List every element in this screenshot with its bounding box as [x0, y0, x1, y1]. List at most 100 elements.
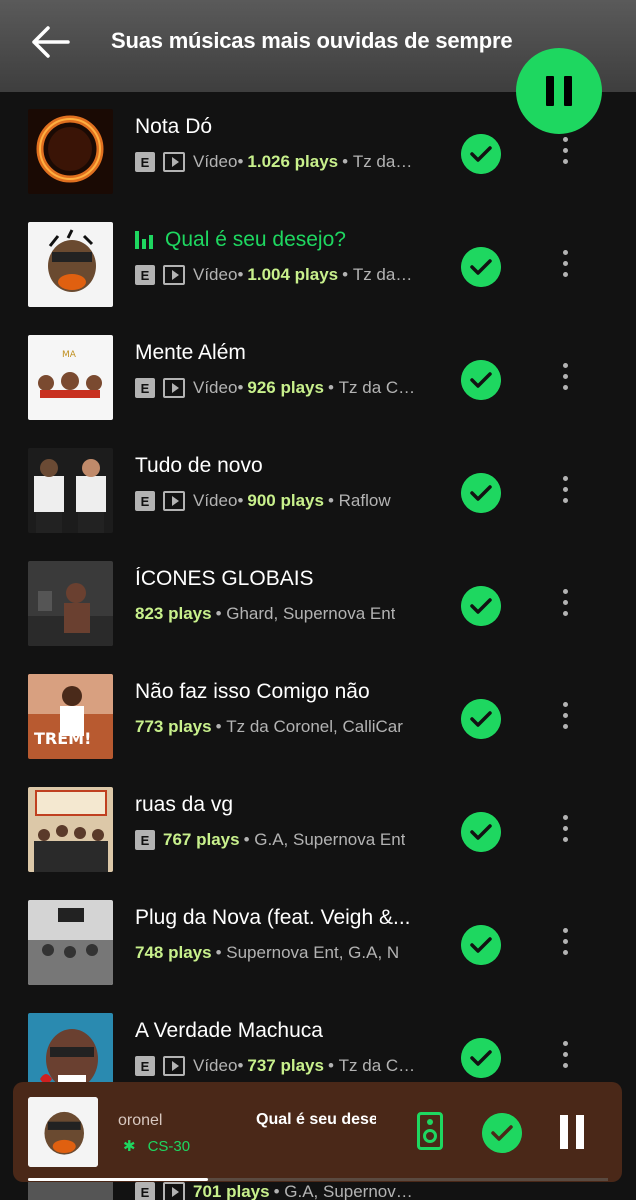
track-row[interactable]: ruas da vg E 767 plays • G.A, Supernova E… [0, 773, 636, 886]
bluetooth-icon: ✱ [123, 1138, 136, 1155]
saved-check-icon[interactable] [461, 812, 501, 852]
track-type: Vídeo [193, 378, 238, 397]
track-title: ÍCONES GLOBAIS [135, 567, 314, 590]
track-row[interactable]: Qual é seu desejo? E Vídeo • 1.004 plays… [0, 208, 636, 321]
device-name: CS-30 [147, 1137, 191, 1155]
album-cover [28, 222, 113, 307]
play-count: 1.026 plays [247, 152, 339, 171]
more-options-icon[interactable] [553, 922, 577, 962]
track-artists: G.A, Supernova Ent [254, 830, 406, 849]
track-row[interactable]: Plug da Nova (feat. Veigh &... 748 plays… [0, 886, 636, 999]
track-meta: 748 plays • Supernova Ent, G.A, N [135, 943, 400, 962]
track-meta: E Vídeo • 1.026 plays• Tz da Coronel [135, 152, 417, 172]
play-count: 926 plays [247, 378, 324, 397]
track-type: Vídeo [193, 265, 238, 284]
explicit-badge: E [135, 491, 155, 511]
explicit-badge: E [135, 152, 155, 172]
saved-check-icon[interactable] [482, 1113, 522, 1153]
track-meta: 773 plays • Tz da Coronel, CalliCar [135, 717, 403, 736]
track-title: Plug da Nova (feat. Veigh &... [135, 906, 411, 929]
track-title: Mente Além [135, 341, 246, 364]
video-icon [163, 378, 185, 398]
more-options-icon[interactable] [553, 131, 577, 171]
progress-bar[interactable] [28, 1178, 208, 1181]
speaker-icon[interactable] [417, 1112, 443, 1150]
video-icon [163, 1182, 185, 1200]
arrow-left-icon[interactable] [28, 22, 72, 62]
track-meta: E Vídeo • 737 plays• Tz da Coronel [135, 1056, 417, 1076]
track-artists: Supernova Ent, G.A, N [226, 943, 400, 962]
video-icon [163, 491, 185, 511]
play-count: 900 plays [247, 491, 324, 510]
track-list: Nota Dó E Vídeo • 1.026 plays• Tz da Cor… [0, 92, 636, 1200]
track-row[interactable]: MA Mente Além E Vídeo • 926 plays • Tz da… [0, 321, 636, 434]
video-icon [163, 1056, 185, 1076]
saved-check-icon[interactable] [461, 360, 501, 400]
track-meta: E Vídeo • 926 plays• Tz da Coronel [135, 378, 417, 398]
more-options-icon[interactable] [553, 583, 577, 623]
explicit-badge: E [135, 1056, 155, 1076]
track-type: Vídeo [193, 152, 238, 171]
explicit-badge: E [135, 378, 155, 398]
album-cover: MA [28, 335, 113, 420]
play-count: 823 plays [135, 604, 212, 623]
explicit-badge: E [135, 1182, 155, 1200]
page-title: Suas músicas mais ouvidas de sempre [111, 28, 513, 53]
video-icon [163, 152, 185, 172]
track-meta: E 767 plays • G.A, Supernova Ent [135, 830, 417, 850]
svg-text:TREM!: TREM! [34, 729, 91, 748]
connected-device[interactable]: ✱ CS-30 [123, 1137, 191, 1156]
now-playing-artist: oronel [118, 1112, 163, 1129]
album-cover [28, 109, 113, 194]
saved-check-icon[interactable] [461, 247, 501, 287]
track-title: Não faz isso Comigo não [135, 680, 370, 703]
more-options-icon[interactable] [553, 470, 577, 510]
track-artists: Tz da Coronel [338, 1056, 417, 1075]
saved-check-icon[interactable] [461, 586, 501, 626]
album-cover [28, 448, 113, 533]
more-options-icon[interactable] [553, 1035, 577, 1075]
saved-check-icon[interactable] [461, 134, 501, 174]
track-row[interactable]: Tudo de novo E Vídeo • 900 plays • Raflow [0, 434, 636, 547]
svg-text:MA: MA [62, 350, 77, 360]
explicit-badge: E [135, 265, 155, 285]
track-meta: E Vídeo • 900 plays • Raflow [135, 491, 417, 511]
album-cover: TREM! [28, 674, 113, 759]
track-row[interactable]: ÍCONES GLOBAIS 823 plays • Ghard, Superno… [0, 547, 636, 660]
track-artists: Tz da Coronel [352, 265, 417, 284]
pause-icon[interactable] [558, 1115, 586, 1149]
track-title: ruas da vg [135, 793, 234, 816]
track-title: Nota Dó [135, 115, 213, 138]
pause-button[interactable] [516, 48, 602, 134]
more-options-icon[interactable] [553, 809, 577, 849]
saved-check-icon[interactable] [461, 473, 501, 513]
album-cover [28, 561, 113, 646]
track-row[interactable]: TREM! Não faz isso Comigo não 773 plays •… [0, 660, 636, 773]
video-icon [163, 265, 185, 285]
saved-check-icon[interactable] [461, 699, 501, 739]
track-meta: E 701 plays• G.A, Supernova Ent [135, 1182, 417, 1200]
more-options-icon[interactable] [553, 244, 577, 284]
explicit-badge: E [135, 830, 155, 850]
more-options-icon[interactable] [553, 696, 577, 736]
track-artists: Ghard, Supernova Ent [226, 604, 396, 623]
track-type: Vídeo [193, 491, 238, 510]
track-artists: Tz da Coronel [352, 152, 417, 171]
play-count: 748 plays [135, 943, 212, 962]
track-meta: E Vídeo • 1.004 plays• Tz da Coronel [135, 265, 417, 285]
now-playing-title: Qual é seu desejo? [256, 1111, 376, 1128]
track-artists: Tz da Coronel, CalliCar [226, 717, 403, 736]
equalizer-icon [135, 231, 156, 249]
play-count: 737 plays [247, 1056, 324, 1075]
play-count: 773 plays [135, 717, 212, 736]
album-cover [28, 787, 113, 872]
saved-check-icon[interactable] [461, 1038, 501, 1078]
track-title: Tudo de novo [135, 454, 263, 477]
track-artists: G.A, Supernova Ent [284, 1182, 417, 1200]
track-artists: Tz da Coronel [338, 378, 417, 397]
more-options-icon[interactable] [553, 357, 577, 397]
play-count: 1.004 plays [247, 265, 339, 284]
track-title: A Verdade Machuca [135, 1019, 323, 1042]
now-playing-bar[interactable]: oronel Qual é seu desejo? ✱ CS-30 [13, 1082, 622, 1182]
saved-check-icon[interactable] [461, 925, 501, 965]
